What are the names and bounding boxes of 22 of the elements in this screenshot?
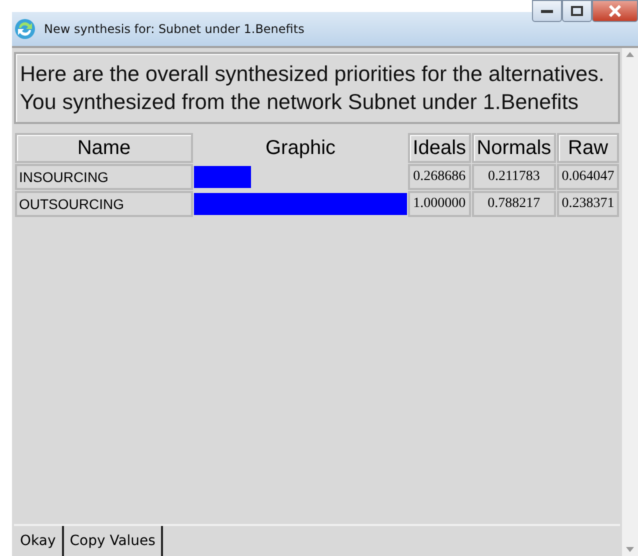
column-header: Name — [15, 133, 193, 163]
minimize-icon — [541, 10, 553, 12]
normals-cell: 0.788217 — [472, 191, 556, 217]
window-title: New synthesis for: Subnet under 1.Benefits — [44, 22, 306, 36]
close-button[interactable] — [592, 0, 638, 22]
ideals-cell: 1.000000 — [408, 191, 471, 217]
column-header: Raw — [557, 133, 619, 163]
column-header: Graphic — [264, 136, 337, 160]
name-cell: INSOURCING — [15, 164, 193, 190]
raw-cell: 0.064047 — [557, 164, 619, 190]
name-cell: OUTSOURCING — [15, 191, 193, 217]
maximize-button[interactable] — [562, 0, 592, 22]
normals-cell: 0.211783 — [472, 164, 556, 190]
ideals-cell: 0.268686 — [408, 164, 471, 190]
column-header: Normals — [472, 133, 556, 163]
column-header: Ideals — [408, 133, 471, 163]
close-icon — [608, 5, 622, 17]
message-text: Here are the overall synthesized priorities for the alternatives. You synthesized from the network Subnet under 1.Benefits — [14, 52, 620, 124]
minimize-button[interactable] — [532, 0, 562, 22]
maximize-icon — [571, 6, 583, 16]
raw-cell: 0.238371 — [557, 191, 619, 217]
refresh-icon — [14, 18, 36, 40]
